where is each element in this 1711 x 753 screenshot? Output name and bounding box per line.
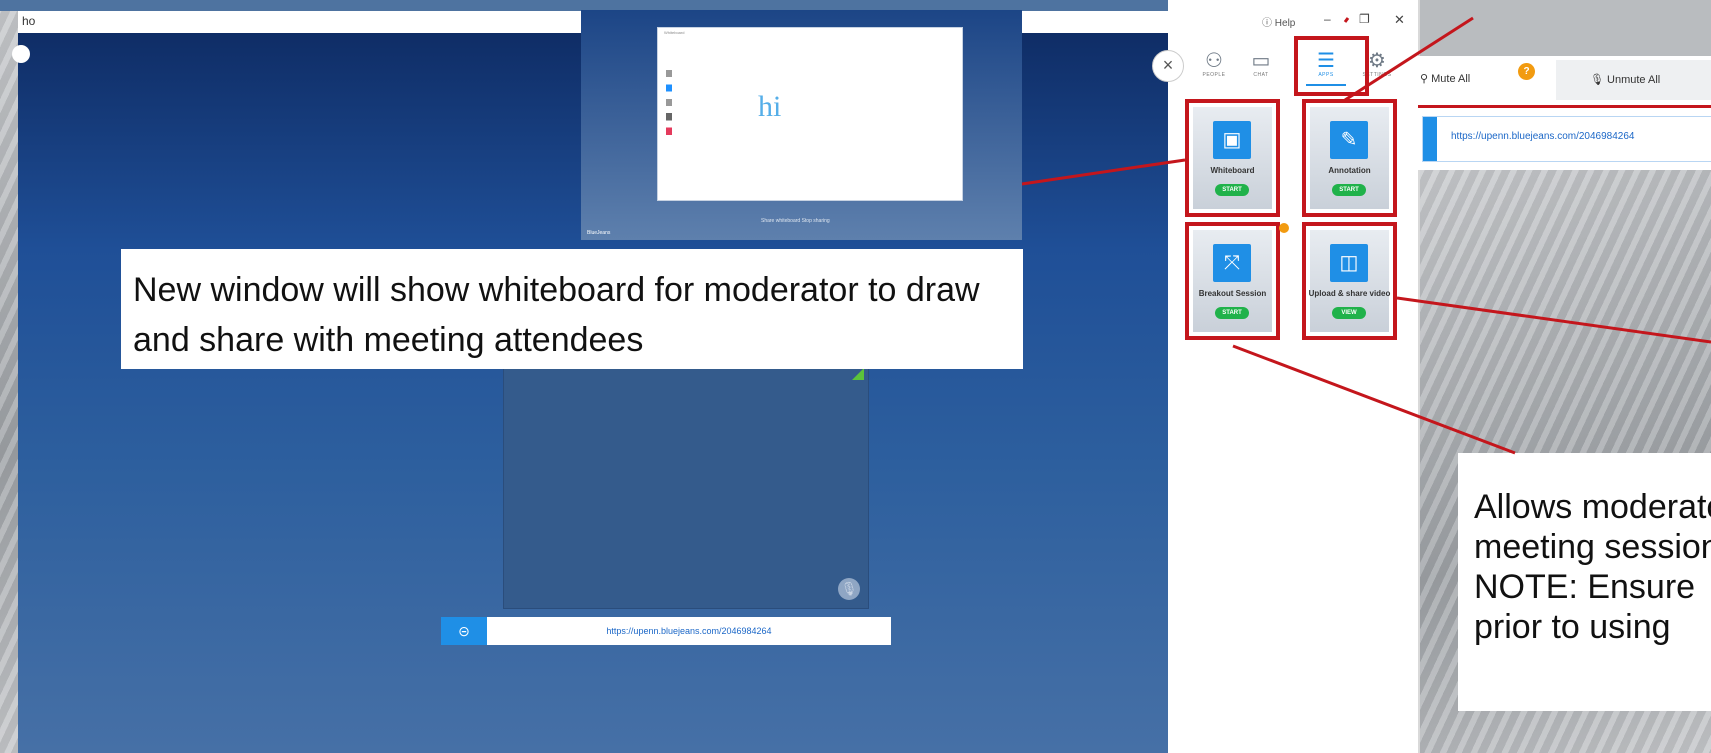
background-texture — [0, 0, 18, 753]
meeting-url-field[interactable]: https://upenn.bluejeans.com/2046984264 — [1422, 116, 1711, 162]
callout-text: Allows moderator to meeting session NOTE… — [1474, 488, 1711, 646]
logo: BlueJeans — [587, 230, 611, 236]
help-button[interactable]: ⓘ Help — [1262, 14, 1295, 29]
meeting-url: https://upenn.bluejeans.com/2046984264 — [1451, 131, 1635, 142]
mute-all-label: Mute All — [1431, 73, 1471, 85]
app-card-body: ✎ Annotation START — [1310, 107, 1389, 209]
participants-header: ⚲ Mute All ? 🎙 Unmute All https://upenn.… — [1418, 56, 1711, 170]
callout-breakout: Allows moderator to meeting session NOTE… — [1458, 453, 1711, 711]
app-card-body: ◫ Upload & share video VIEW — [1309, 230, 1390, 332]
whiteboard-icon: ▣ — [1213, 121, 1251, 159]
highlight-box — [1294, 36, 1369, 96]
whiteboard-footer: Share whiteboard Stop sharing — [761, 218, 830, 224]
breakout-icon: ⤧ — [1213, 244, 1251, 282]
app-annotation[interactable]: ✎ Annotation START — [1302, 99, 1397, 217]
window-title: ho — [22, 14, 36, 28]
chat-icon: ▭ — [1251, 50, 1271, 72]
mic-off-icon[interactable]: 🎙 — [838, 578, 860, 600]
start-button[interactable]: START — [1215, 307, 1249, 319]
restore-icon[interactable]: ❐ — [1359, 12, 1370, 26]
callout-whiteboard: New window will show whiteboard for mode… — [121, 249, 1023, 369]
people-icon: ⚇ — [1205, 50, 1223, 72]
app-label: Upload & share video — [1308, 289, 1391, 298]
menu-dot-icon[interactable] — [12, 45, 30, 63]
help-label: Help — [1274, 18, 1296, 29]
tab-label: PEOPLE — [1202, 72, 1226, 78]
share-url[interactable]: https://upenn.bluejeans.com/2046984264 — [487, 617, 891, 645]
whiteboard-window: Whiteboard hi — [657, 27, 963, 201]
close-panel-icon[interactable]: × — [1152, 50, 1184, 82]
start-button[interactable]: START — [1215, 184, 1249, 196]
app-upload-share-video[interactable]: ◫ Upload & share video VIEW — [1302, 222, 1397, 340]
app-label: Annotation — [1328, 166, 1371, 175]
tab-label: CHAT — [1253, 72, 1269, 78]
mute-all-button[interactable]: ⚲ Mute All — [1420, 64, 1530, 94]
tab-people[interactable]: ⚇ PEOPLE — [1189, 50, 1239, 86]
help-badge: ? — [1518, 63, 1535, 80]
tab-chat[interactable]: ▭ CHAT — [1236, 50, 1286, 86]
minimize-icon[interactable]: – — [1324, 12, 1331, 26]
app-label: Breakout Session — [1198, 289, 1267, 298]
highlight-divider — [1418, 105, 1711, 108]
start-button[interactable]: START — [1332, 184, 1366, 196]
app-label: Whiteboard — [1210, 166, 1255, 175]
unmute-all-button[interactable]: 🎙 Unmute All — [1556, 60, 1711, 100]
pen-icon: ✎ — [1330, 121, 1368, 159]
video-tile: 🎙 — [503, 363, 869, 609]
link-icon[interactable]: ⊝ — [441, 617, 487, 645]
app-breakout-session[interactable]: ⤧ Breakout Session START — [1185, 222, 1280, 340]
whiteboard-preview: Whiteboard hi Share whiteboard Stop shar… — [581, 10, 1022, 240]
video-icon: ◫ — [1330, 244, 1368, 282]
app-whiteboard[interactable]: ▣ Whiteboard START — [1185, 99, 1280, 217]
callout-text: New window will show whiteboard for mode… — [133, 271, 980, 359]
whiteboard-window-title: Whiteboard — [664, 30, 685, 35]
share-link-row: ⊝ https://upenn.bluejeans.com/2046984264 — [441, 617, 891, 645]
close-icon[interactable]: ✕ — [1394, 12, 1405, 28]
view-button[interactable]: VIEW — [1332, 307, 1366, 319]
app-card-body: ▣ Whiteboard START — [1193, 107, 1272, 209]
whiteboard-toolbar[interactable] — [666, 70, 672, 142]
url-accent — [1423, 117, 1437, 161]
signal-icon — [852, 368, 864, 380]
unmute-all-label: Unmute All — [1607, 74, 1661, 86]
whiteboard-drawing: hi — [758, 90, 782, 123]
notification-badge — [1279, 223, 1289, 233]
app-card-body: ⤧ Breakout Session START — [1193, 230, 1272, 332]
